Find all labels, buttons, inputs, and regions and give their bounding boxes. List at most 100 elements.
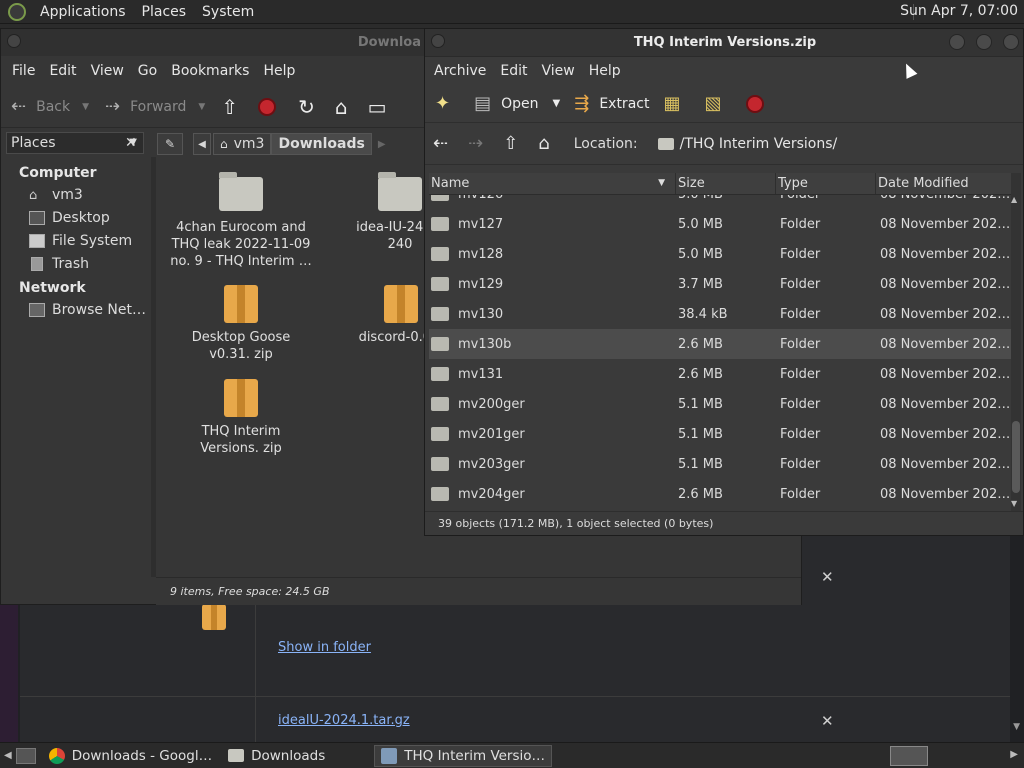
up-arrow-icon[interactable]: ⇧: [503, 133, 518, 154]
computer-icon[interactable]: ▭: [368, 95, 387, 119]
menu-edit[interactable]: Edit: [493, 63, 534, 79]
column-date-header[interactable]: Date Modified: [876, 173, 1013, 194]
file-item-zip[interactable]: THQ Interim Versions. zip: [166, 379, 316, 457]
table-row[interactable]: mv128 5.0 MB Folder 08 November 202…: [429, 239, 1013, 269]
panel-clock[interactable]: Sun Apr 7, 07:00: [900, 3, 1018, 19]
sidebar-item-label: Trash: [52, 256, 89, 272]
column-type-header[interactable]: Type: [776, 173, 876, 194]
taskbar-left-arrow-icon[interactable]: ◀: [0, 750, 16, 761]
sidebar-type-select[interactable]: Places ▼: [6, 132, 144, 154]
scroll-down-arrow-icon[interactable]: ▼: [1011, 499, 1017, 508]
file-item-zip[interactable]: Desktop Goose v0.31. zip: [166, 285, 316, 363]
archive-scrollbar[interactable]: ▲ ▼: [1011, 173, 1021, 511]
remove-download-close-icon[interactable]: ✕: [821, 568, 834, 586]
table-row[interactable]: mv127 5.0 MB Folder 08 November 202…: [429, 209, 1013, 239]
menu-help[interactable]: Help: [582, 63, 628, 79]
taskbar-right-arrow-icon[interactable]: ▶: [1010, 749, 1018, 760]
row-size: 5.1 MB: [678, 456, 723, 472]
menu-bookmarks[interactable]: Bookmarks: [164, 63, 256, 79]
back-button[interactable]: ⇠ Back ▼: [11, 96, 89, 117]
table-row[interactable]: mv130 38.4 kB Folder 08 November 202…: [429, 299, 1013, 329]
table-row[interactable]: mv204ger 2.6 MB Folder 08 November 202…: [429, 479, 1013, 509]
folder-icon: [431, 307, 449, 321]
show-desktop-icon[interactable]: [15, 747, 36, 764]
up-arrow-icon[interactable]: ⇧: [221, 95, 238, 119]
column-size-header[interactable]: Size: [676, 173, 776, 194]
open-dropdown-icon[interactable]: ▼: [553, 98, 561, 109]
file-item-folder[interactable]: 4chan Eurocom and THQ leak 2022-11-09 no…: [166, 172, 316, 270]
scrollbar-thumb[interactable]: [1012, 421, 1020, 493]
download-file-link[interactable]: idealU-2024.1.tar.gz: [278, 713, 410, 728]
sidebar-item-filesystem[interactable]: File System: [29, 233, 132, 249]
add-files-icon: ▦: [663, 93, 681, 114]
table-row[interactable]: mv203ger 5.1 MB Folder 08 November 202…: [429, 449, 1013, 479]
menu-edit[interactable]: Edit: [42, 63, 83, 79]
window-menu-icon[interactable]: [7, 34, 21, 48]
workspace-switcher[interactable]: [890, 746, 928, 766]
minimize-button[interactable]: [949, 34, 965, 50]
folder-icon: [431, 427, 449, 441]
row-name-cell: mv200ger: [429, 397, 676, 412]
menu-view[interactable]: View: [535, 63, 582, 79]
menu-help[interactable]: Help: [256, 63, 302, 79]
task-file-manager-downloads[interactable]: Downloads: [221, 745, 332, 767]
path-right-arrow-icon[interactable]: ▶: [378, 139, 386, 150]
home-icon[interactable]: ⌂: [335, 95, 348, 119]
forward-history-dropdown-icon[interactable]: ▼: [198, 102, 205, 112]
places-sidebar: Computer ⌂ vm3 Desktop File System Trash…: [1, 157, 151, 577]
edit-location-icon[interactable]: ✎: [157, 133, 183, 155]
row-size: 38.4 kB: [678, 306, 728, 322]
panel-menu-places[interactable]: Places: [134, 4, 195, 20]
mate-logo-icon[interactable]: [8, 2, 26, 21]
table-row[interactable]: mv201ger 5.1 MB Folder 08 November 202…: [429, 419, 1013, 449]
scroll-up-arrow-icon[interactable]: ▲: [1011, 195, 1017, 204]
table-row[interactable]: mv130b 2.6 MB Folder 08 November 202…: [429, 329, 1013, 359]
forward-button[interactable]: ⇢ Forward ▼: [105, 96, 205, 117]
location-field[interactable]: /THQ Interim Versions/: [657, 135, 838, 152]
add-files-button[interactable]: ▦: [663, 93, 690, 114]
remove-download-close-icon[interactable]: ✕: [821, 712, 834, 730]
add-folder-button[interactable]: ▧: [704, 93, 731, 114]
extract-button[interactable]: ⇶ Extract: [574, 93, 649, 114]
forward-arrow-icon[interactable]: ⇢: [468, 133, 483, 154]
stop-icon[interactable]: [258, 97, 277, 116]
task-chrome-downloads[interactable]: Downloads - Googl…: [42, 745, 219, 767]
table-row[interactable]: mv129 3.7 MB Folder 08 November 202…: [429, 269, 1013, 299]
column-name-header[interactable]: Name ▼: [429, 173, 676, 194]
back-label: Back: [36, 98, 71, 115]
new-archive-button[interactable]: ✦: [435, 93, 460, 114]
open-button[interactable]: ▤ Open ▼: [474, 93, 560, 114]
sidebar-item-vm3[interactable]: ⌂ vm3: [29, 187, 83, 203]
home-icon[interactable]: ⌂: [538, 133, 549, 154]
table-row[interactable]: mv126 5.0 MBFolder08 November 202…: [429, 195, 1013, 209]
scroll-down-arrow-icon[interactable]: ▼: [1013, 722, 1020, 732]
archive-titlebar[interactable]: THQ Interim Versions.zip: [425, 29, 1023, 57]
column-name-label: Name: [431, 176, 470, 191]
menu-archive[interactable]: Archive: [427, 63, 493, 79]
path-segment-vm3[interactable]: ⌂ vm3: [213, 133, 272, 155]
stop-icon[interactable]: [745, 94, 764, 113]
back-history-dropdown-icon[interactable]: ▼: [82, 102, 89, 112]
show-in-folder-link[interactable]: Show in folder: [278, 640, 371, 655]
open-archive-icon: ▤: [474, 93, 492, 114]
sidebar-item-browse-network[interactable]: Browse Net…: [29, 302, 146, 318]
row-name-cell: mv204ger: [429, 487, 676, 502]
location-value: /THQ Interim Versions/: [679, 135, 838, 152]
sidebar-item-desktop[interactable]: Desktop: [29, 210, 110, 226]
menu-file[interactable]: File: [5, 63, 42, 79]
task-archive-manager[interactable]: THQ Interim Versio…: [374, 744, 553, 767]
menu-go[interactable]: Go: [131, 63, 164, 79]
reload-icon[interactable]: ↻: [298, 95, 315, 119]
panel-menu-system[interactable]: System: [194, 4, 262, 20]
table-row[interactable]: mv200ger 5.1 MB Folder 08 November 202…: [429, 389, 1013, 419]
maximize-button[interactable]: [976, 34, 992, 50]
sidebar-item-trash[interactable]: Trash: [29, 256, 89, 272]
back-arrow-icon[interactable]: ⇠: [433, 133, 448, 154]
sidebar-close-icon[interactable]: ✕: [125, 135, 137, 151]
close-button[interactable]: [1003, 34, 1019, 50]
path-left-arrow-icon[interactable]: ◀: [193, 133, 211, 155]
table-row[interactable]: mv131 2.6 MB Folder 08 November 202…: [429, 359, 1013, 389]
menu-view[interactable]: View: [84, 63, 131, 79]
panel-menu-applications[interactable]: Applications: [32, 4, 134, 20]
path-segment-downloads[interactable]: Downloads: [271, 133, 372, 155]
